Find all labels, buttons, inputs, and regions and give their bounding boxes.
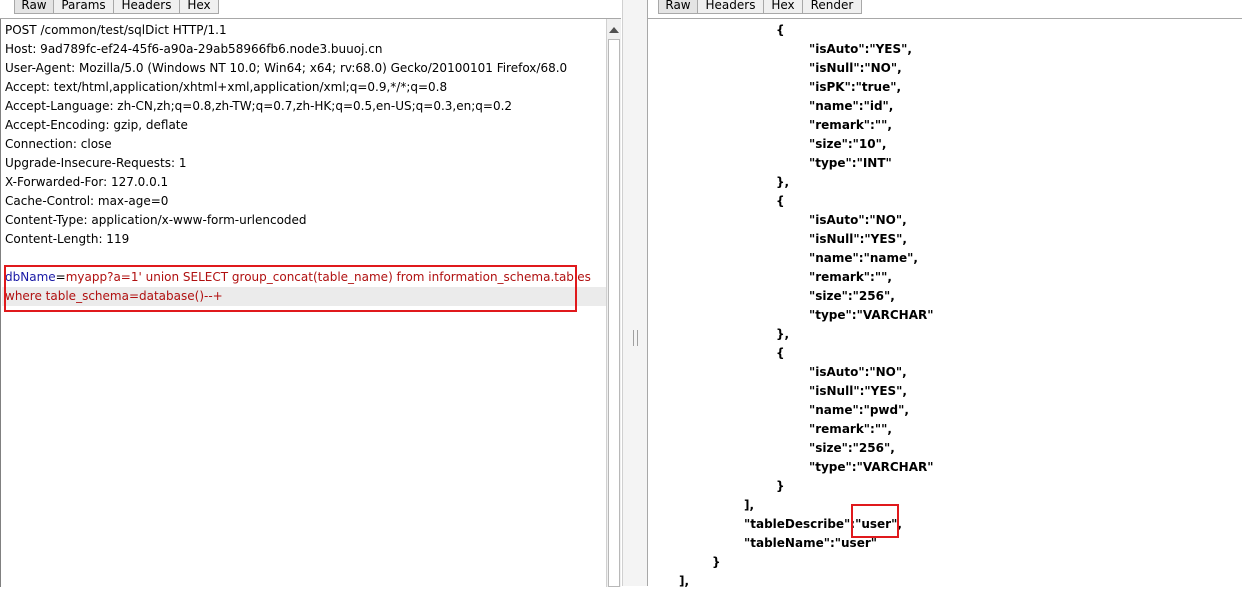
request-tabbar: Raw Params Headers Hex [0,0,621,16]
tab-params[interactable]: Params [53,0,114,14]
json-line: } [776,479,785,493]
tab-hex[interactable]: Hex [179,0,219,14]
grip-icon[interactable] [633,330,638,346]
header-line-user-agent: User-Agent: Mozilla/5.0 (Windows NT 10.0… [5,61,568,75]
scroll-thumb[interactable] [608,39,620,587]
header-line-x-forwarded-for: X-Forwarded-For: 127.0.0.1 [5,175,169,189]
tab-raw[interactable]: Raw [14,0,54,14]
json-line: { [776,23,785,37]
payload-highlight-box [4,265,577,312]
response-viewer[interactable]: { "isAuto":"YES", "isNull":"NO", "isPK":… [647,18,1242,588]
request-editor[interactable]: POST /common/test/sqlDict HTTP/1.1 Host:… [0,18,621,587]
tab-headers[interactable]: Headers [113,0,180,14]
json-line: "remark":"", [809,422,892,436]
header-line-upgrade-insecure: Upgrade-Insecure-Requests: 1 [5,156,187,170]
json-line: "remark":"", [809,270,892,284]
json-line: "isPK":"true", [809,80,902,94]
json-line: "name":"id", [809,99,894,113]
json-line: "isAuto":"NO", [809,213,907,227]
header-line-accept-encoding: Accept-Encoding: gzip, deflate [5,118,188,132]
header-line-accept-language: Accept-Language: zh-CN,zh;q=0.8,zh-TW;q=… [5,99,513,113]
request-vertical-scrollbar[interactable] [606,19,621,587]
json-line: "name":"name", [809,251,918,265]
json-line: "isNull":"YES", [809,232,907,246]
json-line: "size":"256", [809,441,895,455]
response-tabbar: Raw Headers Hex Render [647,0,1242,16]
json-line: "type":"VARCHAR" [809,308,934,322]
json-line: "name":"pwd", [809,403,909,417]
json-line: "type":"VARCHAR" [809,460,934,474]
tab-response-headers[interactable]: Headers [697,0,764,14]
triangle-up-icon[interactable] [609,27,619,33]
tab-response-render[interactable]: Render [802,0,862,14]
header-line-host: Host: 9ad789fc-ef24-45f6-a90a-29ab58966f… [5,42,383,56]
tab-response-raw[interactable]: Raw [658,0,698,14]
json-line: ], [744,498,755,512]
request-line: POST /common/test/sqlDict HTTP/1.1 [5,23,227,37]
json-line: }, [776,327,790,341]
tab-response-hex[interactable]: Hex [763,0,803,14]
header-line-cache-control: Cache-Control: max-age=0 [5,194,169,208]
json-line: }, [776,175,790,189]
header-line-accept: Accept: text/html,application/xhtml+xml,… [5,80,448,94]
json-line: "size":"10", [809,137,887,151]
json-line: { [776,346,785,360]
json-line: } [712,555,721,569]
pane-divider[interactable] [622,0,648,586]
header-line-content-length: Content-Length: 119 [5,232,130,246]
json-line: { [776,194,785,208]
json-line: ], [679,574,690,588]
json-line: "isNull":"YES", [809,384,907,398]
json-line: "isAuto":"YES", [809,42,912,56]
json-line: "remark":"", [809,118,892,132]
request-text-area[interactable]: POST /common/test/sqlDict HTTP/1.1 Host:… [0,19,607,587]
json-line: "isNull":"NO", [809,61,902,75]
header-line-connection: Connection: close [5,137,112,151]
json-line: "type":"INT" [809,156,892,170]
json-line: "size":"256", [809,289,895,303]
header-line-content-type: Content-Type: application/x-www-form-url… [5,213,307,227]
result-highlight-box [851,504,899,538]
json-line: "isAuto":"NO", [809,365,907,379]
